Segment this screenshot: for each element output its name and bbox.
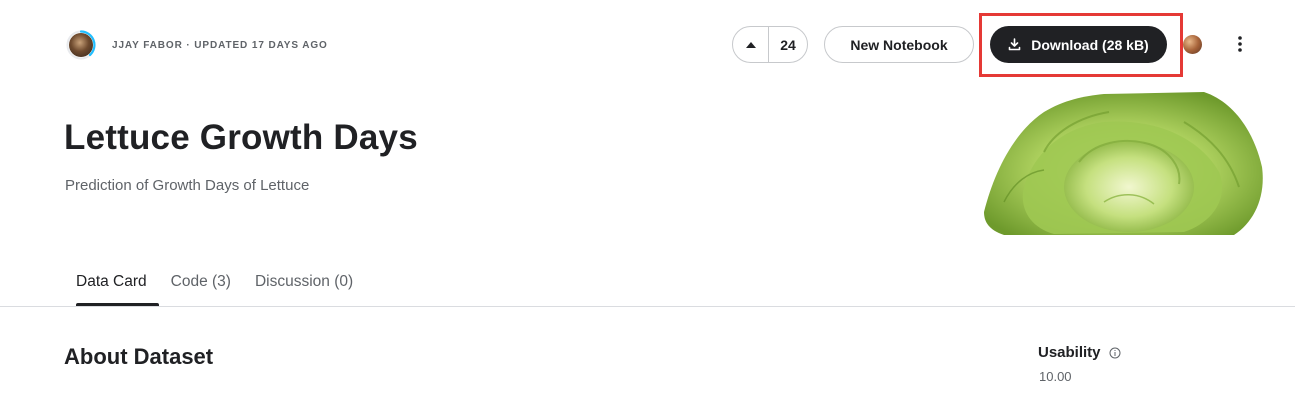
about-dataset-heading: About Dataset — [64, 344, 214, 369]
dataset-cover-image — [984, 92, 1263, 235]
dataset-tabs: Data Card Code (3) Discussion (0) — [64, 266, 365, 306]
tab-code[interactable]: Code (3) — [159, 266, 243, 306]
author-avatar[interactable] — [66, 30, 96, 60]
usability-value: 10.00 — [1039, 369, 1072, 384]
more-options-button[interactable] — [1226, 30, 1254, 58]
more-vertical-icon — [1238, 36, 1242, 52]
usability-label: Usability — [1038, 344, 1121, 361]
usability-label-text: Usability — [1038, 344, 1101, 361]
author-updated-text[interactable]: JJAY FABOR · UPDATED 17 DAYS AGO — [112, 40, 328, 51]
new-notebook-button[interactable]: New Notebook — [824, 26, 974, 63]
upvote-arrow-icon — [745, 41, 756, 48]
upvote-widget: 24 — [732, 26, 808, 63]
download-label: Download (28 kB) — [1031, 36, 1149, 53]
page-subtitle: Prediction of Growth Days of Lettuce — [65, 177, 310, 194]
author-info: JJAY FABOR · UPDATED 17 DAYS AGO — [66, 30, 328, 60]
user-avatar[interactable] — [1183, 35, 1202, 54]
download-button[interactable]: Download (28 kB) — [990, 26, 1167, 63]
tabs-divider — [0, 306, 1295, 307]
tab-discussion[interactable]: Discussion (0) — [243, 266, 365, 306]
vote-count[interactable]: 24 — [769, 37, 807, 53]
tab-data-card[interactable]: Data Card — [64, 266, 159, 306]
avatar — [69, 33, 93, 57]
info-icon[interactable] — [1109, 347, 1121, 359]
page-title: Lettuce Growth Days — [64, 118, 418, 157]
download-icon — [1008, 38, 1021, 51]
upvote-button[interactable] — [733, 27, 769, 62]
